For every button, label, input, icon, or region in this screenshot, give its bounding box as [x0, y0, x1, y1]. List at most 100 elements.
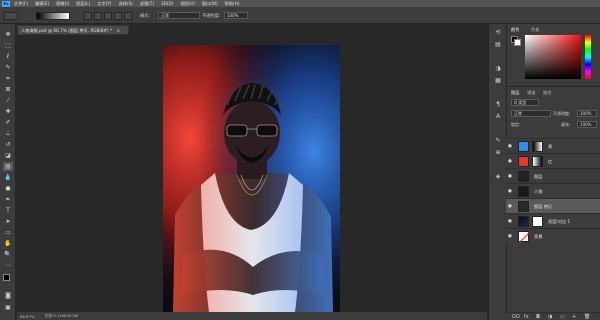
layer-mask-thumbnail[interactable]: [532, 216, 543, 227]
layer-row[interactable]: ● 背景: [506, 228, 600, 244]
3d-panel-icon[interactable]: ◈: [493, 172, 503, 181]
quick-mask-icon[interactable]: ◙: [3, 291, 13, 300]
tool-preset-picker[interactable]: [4, 12, 18, 20]
close-icon[interactable]: ×: [116, 28, 120, 33]
rectangle-tool-icon[interactable]: ▭: [3, 228, 13, 237]
link-layers-icon[interactable]: GO: [512, 314, 520, 320]
foreground-color-swatch[interactable]: [3, 274, 10, 281]
adjustments-panel-icon[interactable]: ◑: [493, 64, 503, 73]
menu-view[interactable]: 视图(V): [180, 1, 195, 7]
menu-select[interactable]: 选择(S): [118, 1, 132, 7]
type-tool-icon[interactable]: T: [3, 206, 13, 215]
crop-tool-icon[interactable]: ⌗: [3, 74, 13, 83]
tab-color[interactable]: 颜色: [511, 27, 519, 33]
healing-brush-tool-icon[interactable]: ✚: [3, 107, 13, 116]
paragraph-panel-icon[interactable]: ¶: [493, 100, 503, 109]
menu-file[interactable]: 文件(F): [14, 1, 28, 7]
zoom-tool-icon[interactable]: 🔍: [3, 250, 13, 259]
adjustment-layer-icon[interactable]: ◑: [548, 314, 552, 320]
history-panel-icon[interactable]: ⟲: [493, 28, 503, 37]
layer-opacity-field[interactable]: 100%: [577, 110, 597, 117]
screen-mode-icon[interactable]: ▣: [3, 303, 13, 312]
clone-stamp-tool-icon[interactable]: ⊥: [3, 129, 13, 138]
linear-gradient-button[interactable]: [84, 12, 92, 20]
menu-3d[interactable]: 3D(D): [161, 1, 173, 6]
radial-gradient-button[interactable]: [94, 12, 102, 20]
fill-field[interactable]: 100%: [577, 121, 597, 128]
zoom-level[interactable]: 66.67%: [20, 314, 34, 319]
layer-row[interactable]: ● 图层: [506, 168, 600, 183]
hue-slider[interactable]: [585, 35, 591, 79]
layer-name[interactable]: 图层 拷贝: [534, 204, 552, 210]
add-mask-icon[interactable]: ◘: [536, 314, 540, 320]
layer-name[interactable]: 背景: [534, 234, 542, 240]
visibility-eye-icon[interactable]: ●: [508, 159, 512, 164]
pen-tool-icon[interactable]: ✒: [3, 195, 13, 204]
delete-layer-icon[interactable]: 🗑: [584, 314, 590, 320]
blend-mode-select[interactable]: 正常: [511, 110, 551, 117]
layer-row[interactable]: ● 红: [506, 153, 600, 168]
frame-tool-icon[interactable]: ⊠: [3, 85, 13, 94]
dodge-tool-icon[interactable]: ●: [3, 184, 13, 193]
menu-help[interactable]: 帮助(H): [225, 1, 240, 7]
visibility-eye-icon[interactable]: ●: [508, 204, 512, 209]
brush-tool-icon[interactable]: ✐: [3, 118, 13, 127]
layer-filter-select[interactable]: Q 类型: [511, 99, 539, 106]
eyedropper-tool-icon[interactable]: ⁄: [3, 96, 13, 105]
tab-swatches[interactable]: 色板: [531, 27, 539, 33]
layer-name[interactable]: 图层: [534, 174, 542, 180]
layer-row[interactable]: ● 人物: [506, 183, 600, 198]
eraser-tool-icon[interactable]: ◪: [3, 151, 13, 160]
menu-layer[interactable]: 图层(L): [76, 1, 90, 7]
color-bg-swatch[interactable]: [514, 39, 521, 46]
layer-name[interactable]: 青: [548, 144, 552, 150]
layer-row[interactable]: ● 青: [506, 138, 600, 153]
layer-name[interactable]: 亮度/对比 1: [548, 219, 570, 225]
menu-edit[interactable]: 编辑(E): [35, 1, 49, 7]
layer-mask-thumbnail[interactable]: [532, 141, 543, 152]
layer-name[interactable]: 人物: [534, 189, 542, 195]
app-logo[interactable]: Ps: [2, 0, 10, 7]
move-tool-icon[interactable]: ✥: [3, 30, 13, 39]
menu-filter[interactable]: 滤镜(T): [140, 1, 154, 7]
fx-icon[interactable]: fx: [524, 314, 529, 320]
menu-window[interactable]: 窗口(W): [202, 1, 218, 7]
layer-row[interactable]: ● 亮度/对比 1: [506, 213, 600, 228]
history-brush-tool-icon[interactable]: ↺: [3, 140, 13, 149]
angle-gradient-button[interactable]: [104, 12, 112, 20]
menu-image[interactable]: 图像(I): [56, 1, 69, 7]
blur-tool-icon[interactable]: 💧: [3, 173, 13, 182]
layer-row-selected[interactable]: ● 图层 拷贝: [506, 198, 600, 213]
opacity-field[interactable]: 100%: [224, 12, 248, 19]
tab-layers[interactable]: 图层: [511, 90, 519, 96]
visibility-eye-icon[interactable]: ●: [508, 234, 512, 239]
visibility-eye-icon[interactable]: ●: [508, 144, 512, 149]
visibility-eye-icon[interactable]: ●: [508, 174, 512, 179]
document-tab[interactable]: 人物海报.psd @ 66.7% (图层 拷贝, RGB/8#) * ×: [17, 25, 129, 35]
gradient-picker[interactable]: [36, 12, 70, 20]
layer-mask-thumbnail[interactable]: [532, 156, 543, 167]
visibility-eye-icon[interactable]: ●: [508, 219, 512, 224]
color-field[interactable]: [525, 35, 581, 79]
visibility-eye-icon[interactable]: ●: [508, 189, 512, 194]
diamond-gradient-button[interactable]: [124, 12, 132, 20]
gradient-tool-icon[interactable]: ▤: [3, 162, 13, 171]
layer-name[interactable]: 红: [548, 159, 552, 165]
lasso-tool-icon[interactable]: ℓ: [3, 52, 13, 61]
group-icon[interactable]: ▭: [560, 314, 565, 320]
mode-select[interactable]: 正常: [158, 12, 200, 19]
path-select-tool-icon[interactable]: ➤: [3, 217, 13, 226]
quick-select-tool-icon[interactable]: ✎: [3, 63, 13, 72]
new-layer-icon[interactable]: +: [572, 314, 576, 320]
menu-type[interactable]: 文字(Y): [97, 1, 111, 7]
properties-panel-icon[interactable]: ▤: [493, 40, 503, 49]
document-canvas[interactable]: [163, 45, 340, 312]
marquee-tool-icon[interactable]: ⬚: [3, 41, 13, 50]
clone-source-icon[interactable]: ⊕: [493, 148, 503, 157]
document-info[interactable]: 文档:3.12M/30.5M: [44, 313, 78, 319]
brush-settings-icon[interactable]: ✎: [493, 136, 503, 145]
character-panel-icon[interactable]: A: [493, 112, 503, 121]
tab-paths[interactable]: 路径: [543, 90, 551, 96]
more-tools-icon[interactable]: ⋯: [3, 261, 13, 270]
libraries-panel-icon[interactable]: ▦: [493, 76, 503, 85]
